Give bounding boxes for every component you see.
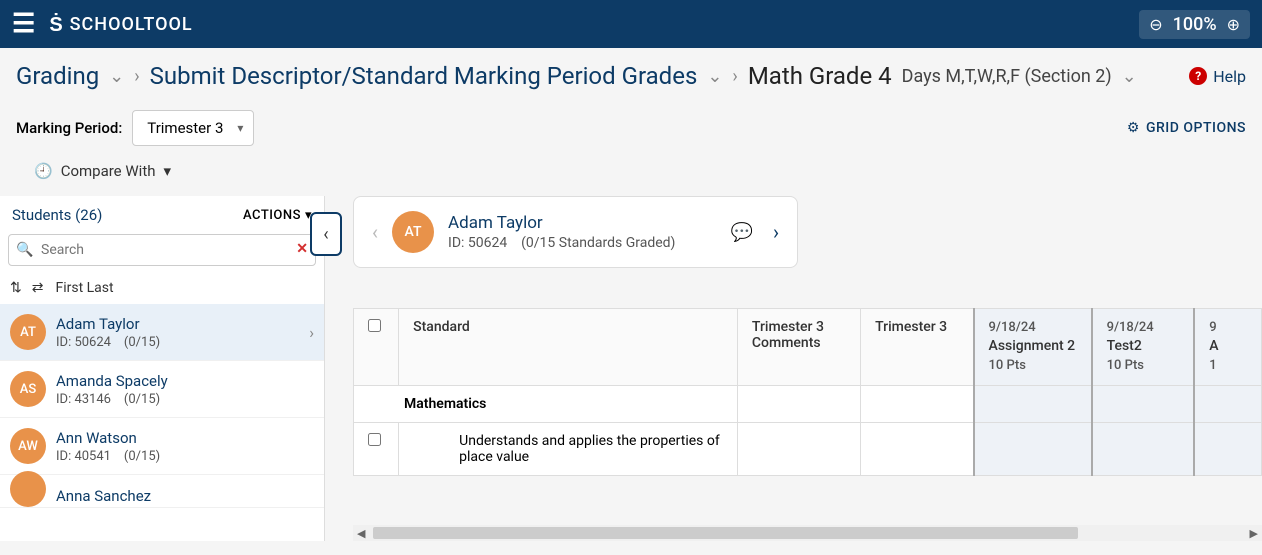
actions-button[interactable]: ACTIONS ▾	[243, 208, 312, 223]
chevron-down-icon[interactable]: ⌄	[707, 66, 722, 87]
caret-down-icon: ▾	[164, 162, 172, 180]
crumb-grading[interactable]: Grading	[16, 62, 99, 90]
subject-label: Mathematics	[354, 385, 738, 422]
clock-icon: 🕘	[34, 162, 53, 180]
topbar: ☰ Ṡ SCHOOLTOOL ⊖ 100% ⊕	[0, 0, 1262, 48]
grid-options-label: GRID OPTIONS	[1146, 120, 1246, 136]
student-card: ‹ AT Adam Taylor ID: 50624 (0/15 Standar…	[353, 196, 798, 268]
main-area: Students (26) ACTIONS ▾ 🔍 ✕ ⇅ ⇄ First La…	[0, 196, 1262, 541]
help-icon: ?	[1189, 67, 1207, 85]
standard-text: Understands and applies the properties o…	[399, 422, 738, 475]
brand-text: SCHOOLTOOL	[70, 14, 193, 35]
help-link[interactable]: ? Help	[1189, 67, 1246, 86]
assignment-header: 9/18/24 Assignment 2 10 Pts	[974, 309, 1092, 386]
logo: Ṡ SCHOOLTOOL	[49, 12, 192, 37]
student-row[interactable]: AT Adam Taylor ID: 50624 (0/15) ›	[0, 304, 324, 361]
student-row[interactable]: Anna Sanchez	[0, 475, 324, 508]
crumb-submit[interactable]: Submit Descriptor/Standard Marking Perio…	[150, 62, 698, 90]
grid-options-button[interactable]: ⚙ GRID OPTIONS	[1127, 120, 1246, 136]
actions-label: ACTIONS	[243, 208, 301, 223]
zoom-control: ⊖ 100% ⊕	[1139, 10, 1250, 39]
student-name: Anna Sanchez	[56, 487, 314, 505]
menu-icon[interactable]: ☰	[12, 9, 35, 39]
collapse-sidebar-button[interactable]: ‹	[310, 212, 342, 256]
student-row[interactable]: AS Amanda Spacely ID: 43146 (0/15)	[0, 361, 324, 418]
subject-row: Mathematics	[354, 385, 1262, 422]
next-student-button[interactable]: ›	[773, 220, 779, 244]
zoom-in-icon[interactable]: ⊕	[1227, 15, 1240, 34]
grade-cell[interactable]	[861, 422, 974, 475]
chevron-right-icon: ›	[309, 323, 314, 342]
row-checkbox[interactable]	[368, 433, 381, 446]
avatar: AT	[10, 314, 46, 350]
help-label: Help	[1213, 67, 1246, 86]
avatar: AW	[10, 428, 46, 464]
standard-header: Standard	[399, 309, 738, 386]
students-sidebar: Students (26) ACTIONS ▾ 🔍 ✕ ⇅ ⇄ First La…	[0, 196, 325, 541]
scrollbar-thumb[interactable]	[373, 527, 1078, 539]
assignment-header: 9 A 1	[1194, 309, 1261, 386]
score-cell[interactable]	[1194, 422, 1261, 475]
standards-grid: Standard Trimester 3 Comments Trimester …	[353, 308, 1262, 476]
marking-period-label: Marking Period:	[16, 119, 122, 137]
search-input[interactable]	[8, 234, 316, 266]
crumb-schedule: Days M,T,W,R,F (Section 2)	[902, 66, 1112, 87]
scroll-left-icon[interactable]: ◀	[357, 527, 365, 540]
search-wrap: 🔍 ✕	[0, 230, 324, 274]
student-list: AT Adam Taylor ID: 50624 (0/15) › AS Ama…	[0, 304, 324, 541]
student-name: Adam Taylor	[56, 315, 299, 333]
chevron-right-icon: ›	[732, 66, 737, 87]
student-meta: ID: 43146 (0/15)	[56, 392, 314, 407]
marking-period-value: Trimester 3	[147, 119, 223, 137]
checkbox-header	[354, 309, 399, 386]
controls-row: Marking Period: Trimester 3 ⚙ GRID OPTIO…	[0, 104, 1262, 158]
horizontal-scrollbar[interactable]: ◀ ▶	[353, 525, 1262, 541]
content: ‹ AT Adam Taylor ID: 50624 (0/15 Standar…	[325, 196, 1262, 541]
avatar	[10, 471, 46, 507]
gear-icon: ⚙	[1127, 120, 1140, 136]
comment-icon[interactable]: 💬	[731, 222, 753, 243]
score-cell[interactable]	[974, 422, 1092, 475]
sort-row: ⇅ ⇄ First Last	[0, 274, 324, 304]
marking-period-select[interactable]: Trimester 3	[132, 110, 254, 146]
select-all-checkbox[interactable]	[368, 319, 381, 332]
sidebar-header: Students (26) ACTIONS ▾	[0, 196, 324, 230]
student-row[interactable]: AW Ann Watson ID: 40541 (0/15)	[0, 418, 324, 475]
compare-with[interactable]: 🕘 Compare With ▾	[0, 158, 1262, 196]
avatar: AS	[10, 371, 46, 407]
crumb-course: Math Grade 4	[748, 62, 892, 90]
student-name: Amanda Spacely	[56, 372, 314, 390]
assignment-header: 9/18/24 Test2 10 Pts	[1092, 309, 1195, 386]
student-meta: ID: 50624 (0/15)	[56, 335, 299, 350]
current-student-meta: ID: 50624 (0/15 Standards Graded)	[448, 235, 717, 251]
students-count[interactable]: Students (26)	[12, 206, 102, 224]
clear-search-icon[interactable]: ✕	[296, 241, 308, 257]
chevron-down-icon[interactable]: ⌄	[1122, 66, 1137, 87]
current-student-name[interactable]: Adam Taylor	[448, 213, 717, 233]
grid-wrap: Standard Trimester 3 Comments Trimester …	[353, 308, 1262, 525]
logo-icon: Ṡ	[49, 12, 63, 37]
zoom-level: 100%	[1173, 14, 1217, 35]
sort-label[interactable]: First Last	[55, 280, 113, 296]
prev-student-button[interactable]: ‹	[372, 220, 378, 244]
student-name: Ann Watson	[56, 429, 314, 447]
chevron-right-icon: ›	[134, 66, 139, 87]
comments-cell[interactable]	[737, 422, 860, 475]
chevron-left-icon: ‹	[323, 224, 328, 245]
compare-label: Compare With	[61, 162, 156, 180]
standard-row: Understands and applies the properties o…	[354, 422, 1262, 475]
score-cell[interactable]	[1092, 422, 1195, 475]
sort-updown-icon[interactable]: ⇅	[10, 280, 22, 296]
scroll-right-icon[interactable]: ▶	[1250, 527, 1258, 540]
breadcrumb: Grading ⌄ › Submit Descriptor/Standard M…	[0, 48, 1262, 104]
chevron-down-icon[interactable]: ⌄	[109, 66, 124, 87]
t3-comments-header: Trimester 3 Comments	[737, 309, 860, 386]
student-meta: ID: 40541 (0/15)	[56, 449, 314, 464]
zoom-out-icon[interactable]: ⊖	[1149, 15, 1162, 34]
t3-header: Trimester 3	[861, 309, 974, 386]
search-icon: 🔍	[16, 242, 33, 258]
swap-icon[interactable]: ⇄	[32, 280, 44, 296]
avatar: AT	[392, 211, 434, 253]
